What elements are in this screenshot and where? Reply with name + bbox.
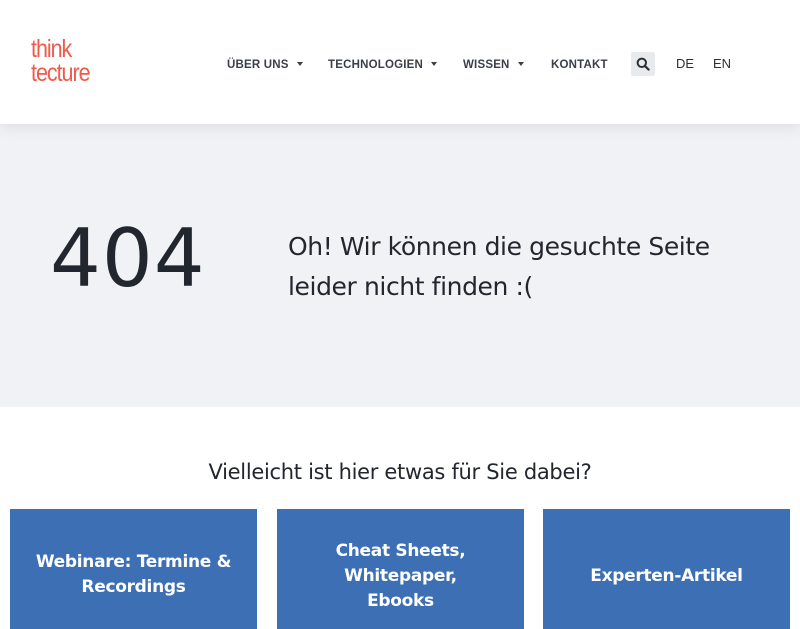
chevron-down-icon	[517, 61, 524, 66]
logo-line-tecture: tecture	[31, 59, 91, 87]
chevron-down-icon	[431, 61, 438, 66]
search-icon	[636, 57, 650, 71]
nav-item-label: ÜBER UNS	[227, 59, 289, 71]
nav-item-label: TECHNOLOGIEN	[328, 59, 424, 71]
site-header: think tecture ÜBER UNS TECHNOLOGIEN WISS…	[0, 0, 800, 124]
card-label: Webinare: Termine & Recordings	[35, 552, 232, 597]
chevron-down-icon	[296, 61, 303, 66]
card-label: Experten-Artikel	[590, 566, 743, 586]
search-button[interactable]	[631, 52, 655, 76]
card-webinare[interactable]: Webinare: Termine & Recordings	[10, 509, 257, 629]
language-de-link[interactable]: DE	[676, 56, 694, 72]
nav-item-label: KONTAKT	[551, 59, 608, 71]
nav-item-wissen[interactable]: WISSEN	[463, 57, 524, 73]
card-label: Cheat Sheets, Whitepaper, Ebooks	[335, 541, 466, 611]
error-code: 404	[50, 212, 206, 305]
suggestions-heading: Vielleicht ist hier etwas für Sie dabei?	[208, 460, 592, 484]
nav-item-ueber-uns[interactable]: ÜBER UNS	[227, 57, 303, 73]
nav-item-technologien[interactable]: TECHNOLOGIEN	[328, 57, 438, 73]
think-tecture-logo[interactable]: think tecture	[31, 35, 91, 87]
error-hero: 404 Oh! Wir können die gesuchte Seite le…	[0, 124, 800, 407]
error-message: Oh! Wir können die gesuchte Seite leider…	[288, 232, 710, 301]
card-experten-artikel[interactable]: Experten-Artikel	[543, 509, 790, 629]
nav-item-kontakt[interactable]: KONTAKT	[551, 57, 608, 73]
nav-item-label: WISSEN	[463, 59, 510, 71]
card-cheat-sheets[interactable]: Cheat Sheets, Whitepaper, Ebooks	[277, 509, 524, 629]
logo-line-think: think	[31, 35, 72, 63]
language-en-link[interactable]: EN	[713, 56, 731, 72]
